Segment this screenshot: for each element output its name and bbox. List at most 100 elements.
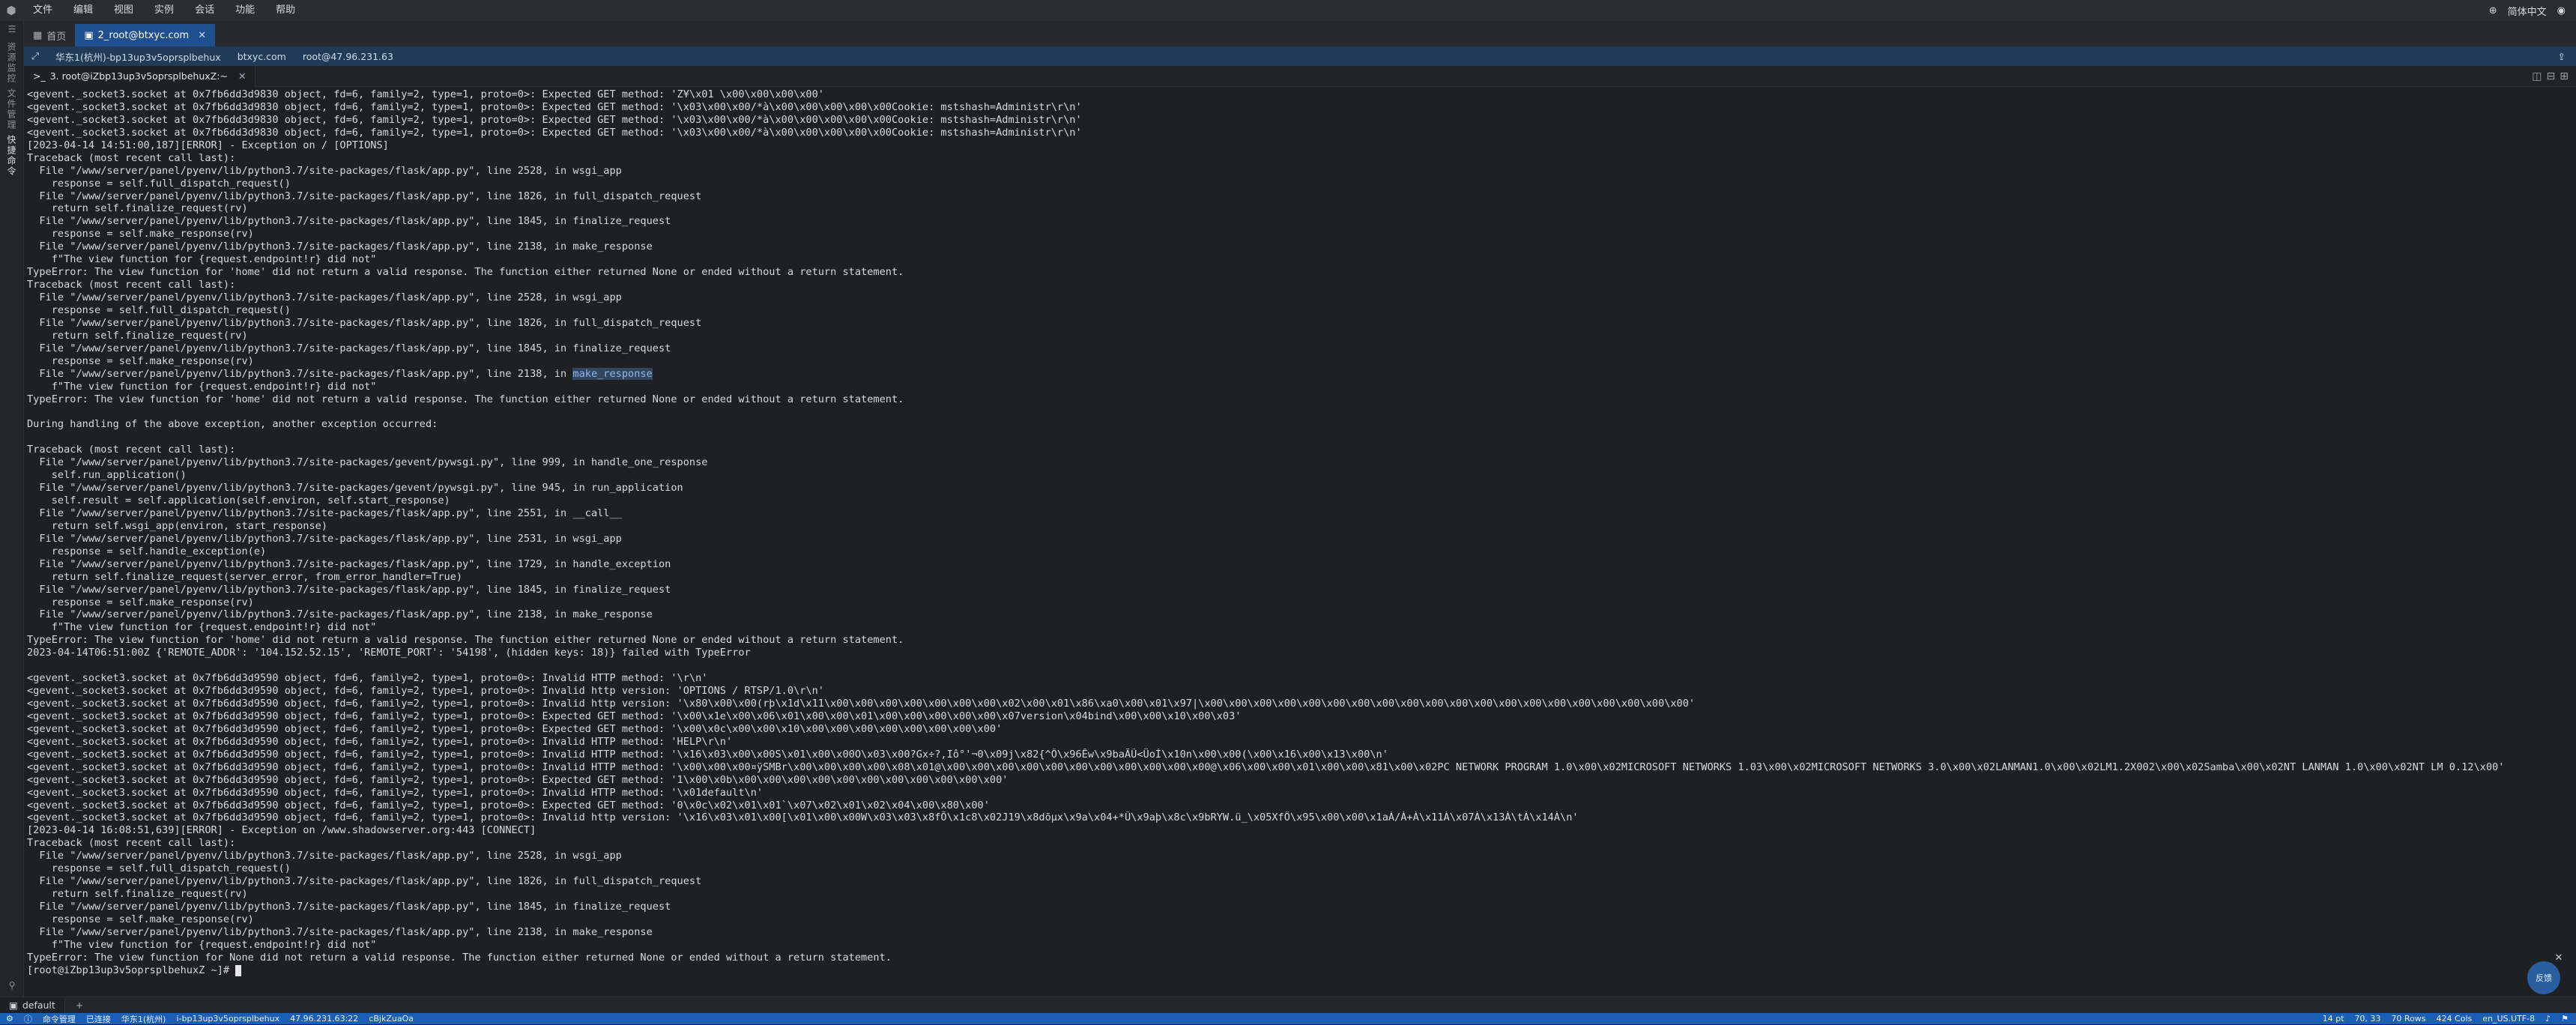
- terminal-line: Traceback (most recent call last):: [27, 837, 2567, 850]
- terminal-line-text: f"The view function for {request.endpoin…: [27, 253, 377, 266]
- terminal-line-text: File "/www/server/panel/pyenv/lib/python…: [27, 901, 671, 913]
- terminal-line-text: <gevent._socket3.socket at 0x7fb6dd3d983…: [27, 126, 1082, 139]
- terminal-line: File "/www/server/panel/pyenv/lib/python…: [27, 241, 2567, 253]
- terminal-line: return self.finalize_request(rv): [27, 330, 2567, 342]
- terminal-line-text: File "/www/server/panel/pyenv/lib/python…: [27, 215, 671, 228]
- terminal-line: TypeError: The view function for 'home' …: [27, 393, 2567, 406]
- connection-host: btxyc.com: [237, 50, 286, 62]
- terminal-line-text: TypeError: The view function for None di…: [27, 951, 892, 964]
- terminal-line: response = self.make_response(rv): [27, 355, 2567, 368]
- terminal-line: File "/www/server/panel/pyenv/lib/python…: [27, 558, 2567, 571]
- terminal-line: return self.finalize_request(rv): [27, 202, 2567, 215]
- menu-item[interactable]: 编辑: [63, 0, 103, 21]
- add-icon[interactable]: ⊕: [2489, 5, 2497, 16]
- feedback-button[interactable]: 反馈: [2527, 961, 2560, 994]
- status-address: 47.96.231.63:22: [290, 1014, 359, 1024]
- terminal-line-text: <gevent._socket3.socket at 0x7fb6dd3d983…: [27, 113, 1082, 126]
- subtab-terminal[interactable]: >_ 3. root@iZbp13up3v5oprsplbehuxZ:~ ✕: [24, 65, 256, 87]
- terminal-line-text: <gevent._socket3.socket at 0x7fb6dd3d959…: [27, 811, 1579, 824]
- tab-home[interactable]: ▦ 首页: [24, 24, 75, 46]
- user-icon[interactable]: ◉: [2557, 5, 2566, 16]
- terminal-line: <gevent._socket3.socket at 0x7fb6dd3d959…: [27, 799, 2567, 812]
- terminal-line-text: Traceback (most recent call last):: [27, 151, 236, 164]
- terminal-line-text: response = self.make_response(rv): [27, 354, 254, 367]
- terminal-icon: ▣: [9, 1000, 18, 1011]
- add-session-icon[interactable]: +: [65, 1000, 94, 1011]
- terminal-line-text: During handling of the above exception, …: [27, 418, 438, 431]
- terminal-line-text: File "/www/server/panel/pyenv/lib/python…: [27, 164, 622, 177]
- menu-item[interactable]: 会话: [184, 0, 225, 21]
- terminal-line: File "/www/server/panel/pyenv/lib/python…: [27, 456, 2567, 469]
- status-commands[interactable]: 命令管理: [43, 1013, 76, 1025]
- terminal-line: return self.finalize_request(server_erro…: [27, 571, 2567, 584]
- terminal-line: File "/www/server/panel/pyenv/lib/python…: [27, 165, 2567, 178]
- upload-icon[interactable]: ⇪: [2558, 51, 2576, 62]
- status-region: 华东1(杭州): [121, 1014, 166, 1024]
- settings-icon[interactable]: ⚙: [6, 1014, 13, 1024]
- terminal-prompt: [root@iZbp13up3v5oprsplbehuxZ ~]#: [27, 964, 236, 976]
- tab-session[interactable]: ▣ 2_root@btxyc.com ✕: [75, 24, 216, 46]
- menu-item[interactable]: 帮助: [265, 0, 306, 21]
- tab-label: 2_root@btxyc.com: [97, 29, 190, 41]
- expand-icon[interactable]: ⤢: [31, 50, 39, 62]
- status-id: cBjkZuaOa: [369, 1014, 414, 1024]
- terminal-line-text: <gevent._socket3.socket at 0x7fb6dd3d959…: [27, 722, 1003, 735]
- sidebar-item-monitor[interactable]: 资源监控: [5, 42, 18, 84]
- split-horizontal-icon[interactable]: ⊟: [2547, 70, 2556, 82]
- pin-icon[interactable]: ⚲: [0, 980, 24, 991]
- close-icon[interactable]: ✕: [238, 70, 246, 82]
- session-tab-default[interactable]: ▣ default: [0, 997, 65, 1014]
- terminal-line: self.run_application(): [27, 469, 2567, 482]
- terminal-line: response = self.make_response(rv): [27, 596, 2567, 609]
- terminal-line: File "/www/server/panel/pyenv/lib/python…: [27, 291, 2567, 304]
- terminal-line-text: <gevent._socket3.socket at 0x7fb6dd3d959…: [27, 672, 708, 685]
- terminal-line-text: response = self.make_response(rv): [27, 913, 254, 925]
- terminal-line: Traceback (most recent call last):: [27, 279, 2567, 291]
- bell-icon[interactable]: ♪: [2545, 1014, 2551, 1024]
- terminal-line-text: <gevent._socket3.socket at 0x7fb6dd3d959…: [27, 748, 1388, 761]
- terminal-line-text: Traceback (most recent call last):: [27, 444, 236, 456]
- terminal-cursor: [235, 964, 242, 976]
- prompt-icon: >_: [33, 70, 46, 82]
- language-select[interactable]: 简体中文: [2508, 4, 2547, 18]
- terminal-line: During handling of the above exception, …: [27, 418, 2567, 431]
- menu-item[interactable]: 实例: [144, 0, 184, 21]
- terminal-line: <gevent._socket3.socket at 0x7fb6dd3d959…: [27, 749, 2567, 761]
- terminal-line-text: f"The view function for {request.endpoin…: [27, 938, 377, 951]
- terminal-line: <gevent._socket3.socket at 0x7fb6dd3d959…: [27, 723, 2567, 736]
- menu-item[interactable]: 文件: [22, 0, 63, 21]
- sidebar-toggle-icon[interactable]: ☰: [0, 21, 24, 37]
- status-connected: 已连接: [85, 1014, 111, 1024]
- terminal-line-text: return self.finalize_request(rv): [27, 888, 248, 901]
- sidebar-item-files[interactable]: 文件管理: [5, 88, 18, 130]
- close-icon[interactable]: ✕: [198, 30, 206, 41]
- terminal-line-text: File "/www/server/panel/pyenv/lib/python…: [27, 583, 671, 596]
- status-font-size[interactable]: 14 pt: [2323, 1014, 2344, 1024]
- layout-icon[interactable]: ⊞: [2560, 70, 2569, 82]
- menu-item[interactable]: 功能: [225, 0, 265, 21]
- terminal-line-text: response = self.full_dispatch_request(): [27, 862, 291, 875]
- terminal-line: File "/www/server/panel/pyenv/lib/python…: [27, 190, 2567, 203]
- terminal-line-text: <gevent._socket3.socket at 0x7fb6dd3d959…: [27, 786, 764, 799]
- terminal-line: Traceback (most recent call last):: [27, 152, 2567, 165]
- terminal-line: 2023-04-14T06:51:00Z {'REMOTE_ADDR': '10…: [27, 647, 2567, 659]
- menu-item[interactable]: 视图: [103, 0, 144, 21]
- notification-icon[interactable]: ⚑: [2561, 1014, 2569, 1024]
- terminal-output[interactable]: <gevent._socket3.socket at 0x7fb6dd3d983…: [27, 88, 2567, 998]
- terminal-line-text: File "/www/server/panel/pyenv/lib/python…: [27, 367, 573, 380]
- info-icon[interactable]: ⓘ: [24, 1013, 32, 1025]
- status-encoding[interactable]: en_US.UTF-8: [2482, 1014, 2535, 1024]
- tab-label: 首页: [46, 31, 67, 43]
- terminal-line: File "/www/server/panel/pyenv/lib/python…: [27, 608, 2567, 621]
- terminal-line-text: <gevent._socket3.socket at 0x7fb6dd3d959…: [27, 773, 1009, 786]
- close-icon[interactable]: ✕: [2553, 952, 2565, 964]
- terminal-prompt-line[interactable]: [root@iZbp13up3v5oprsplbehuxZ ~]#: [27, 964, 2567, 977]
- sidebar-item-commands[interactable]: 快捷命令: [5, 135, 18, 177]
- split-vertical-icon[interactable]: ◫: [2532, 70, 2542, 82]
- terminal-line-text: <gevent._socket3.socket at 0x7fb6dd3d983…: [27, 100, 1082, 113]
- connection-user[interactable]: root@47.96.231.63: [303, 51, 393, 62]
- terminal-line-text: Traceback (most recent call last):: [27, 837, 236, 850]
- terminal-line-text: self.run_application(): [27, 469, 187, 482]
